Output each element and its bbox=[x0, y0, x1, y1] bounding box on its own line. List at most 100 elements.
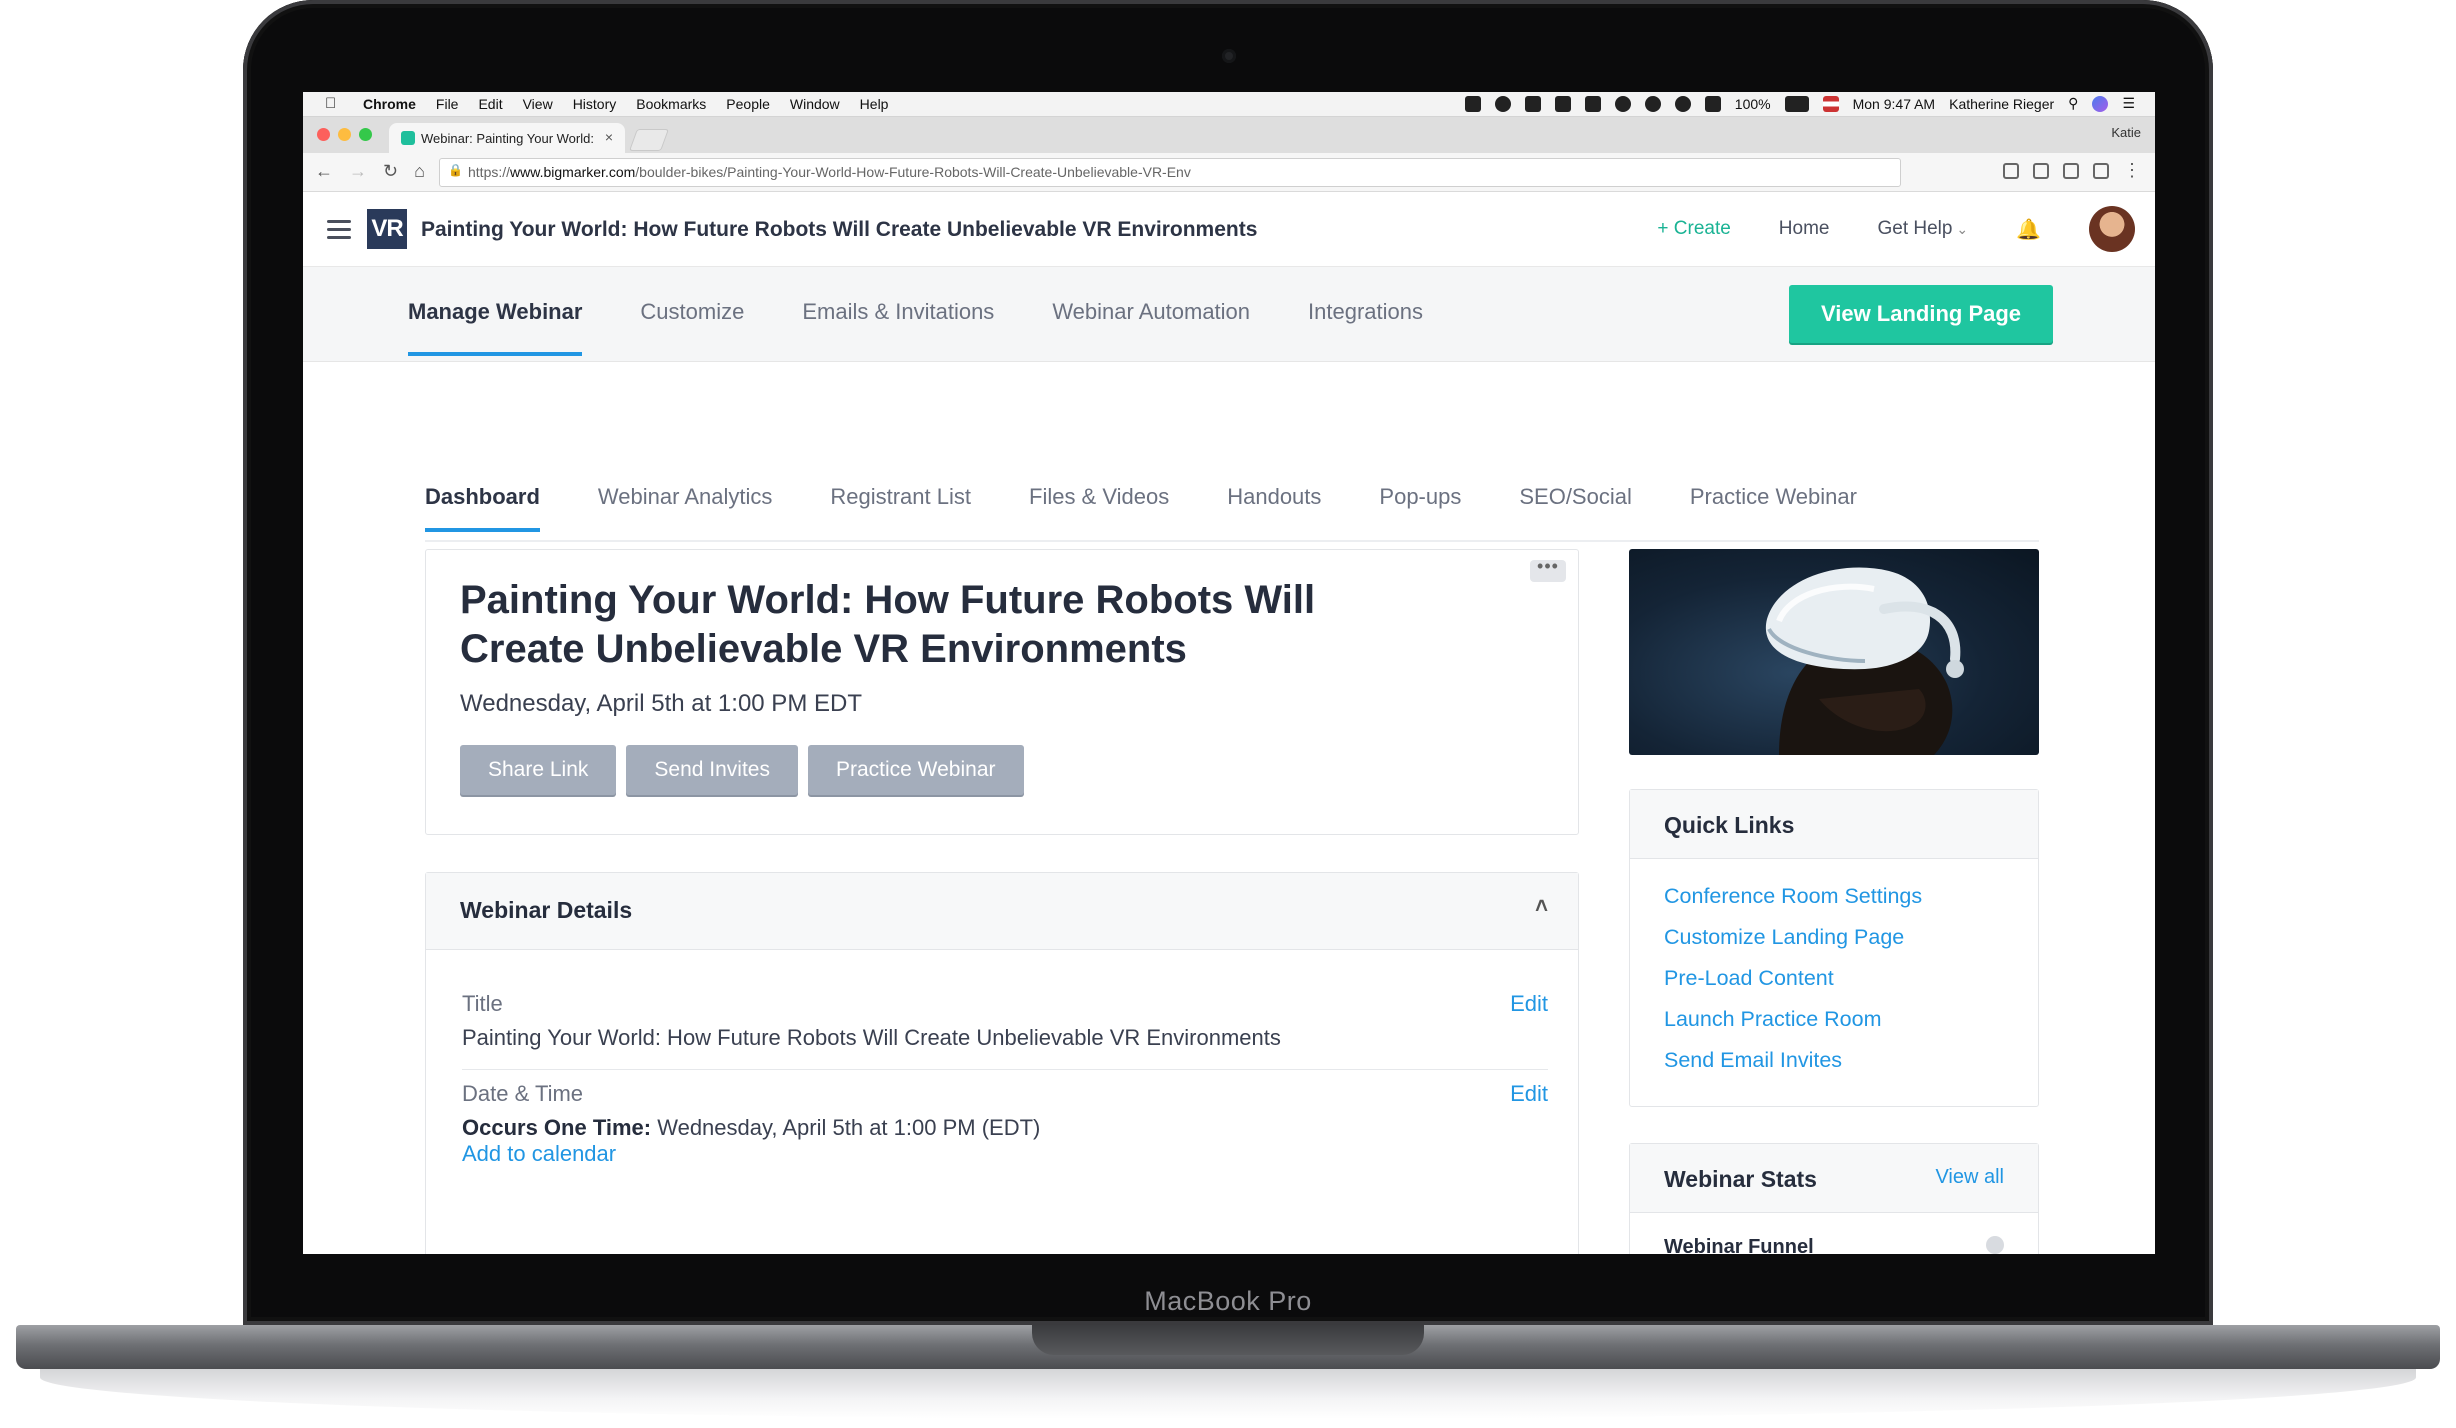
subtab-webinar-analytics[interactable]: Webinar Analytics bbox=[598, 484, 772, 510]
back-icon[interactable]: ← bbox=[315, 161, 333, 182]
reload-icon[interactable]: ↻ bbox=[383, 161, 398, 182]
header-title: Painting Your World: How Future Robots W… bbox=[421, 218, 1258, 241]
spotlight-icon[interactable]: ⚲ bbox=[2068, 95, 2078, 112]
bell-icon[interactable]: 🔔 bbox=[2016, 217, 2041, 242]
airplay-icon[interactable] bbox=[1704, 95, 1721, 112]
status-grid-icon[interactable] bbox=[1584, 95, 1601, 112]
status-app-icon[interactable] bbox=[1524, 95, 1541, 112]
extension-icon[interactable] bbox=[2003, 163, 2019, 179]
tab-webinar-automation[interactable]: Webinar Automation bbox=[1052, 299, 1250, 325]
battery-percent[interactable]: 100% bbox=[1735, 96, 1771, 112]
flag-icon[interactable] bbox=[1822, 95, 1839, 112]
menu-chrome[interactable]: Chrome bbox=[363, 96, 416, 112]
url-text: https://www.bigmarker.com/boulder-bikes/… bbox=[468, 164, 1191, 180]
view-landing-page-button[interactable]: View Landing Page bbox=[1789, 285, 2053, 343]
browser-menu-icon[interactable]: ⋮ bbox=[2123, 161, 2141, 179]
webinar-details-panel: Webinar Details ˄ Title Edit Painting Yo… bbox=[425, 872, 1579, 1254]
get-help-dropdown[interactable]: Get Help bbox=[1877, 218, 1968, 240]
subtab-practice-webinar[interactable]: Practice Webinar bbox=[1690, 484, 1857, 510]
laptop-notch bbox=[1032, 1325, 1424, 1355]
tab-manage-webinar[interactable]: Manage Webinar bbox=[408, 299, 583, 356]
wifi-icon[interactable] bbox=[1674, 95, 1691, 112]
menu-people[interactable]: People bbox=[726, 96, 770, 112]
home-icon[interactable]: ⌂ bbox=[414, 161, 425, 182]
practice-webinar-button[interactable]: Practice Webinar bbox=[807, 745, 1024, 795]
title-value: Painting Your World: How Future Robots W… bbox=[462, 1025, 1281, 1050]
manage-nav: Manage Webinar Customize Emails & Invita… bbox=[303, 267, 2155, 362]
vr-headset-illustration bbox=[1765, 567, 1964, 755]
subtab-dashboard[interactable]: Dashboard bbox=[425, 484, 540, 532]
menu-file[interactable]: File bbox=[436, 96, 459, 112]
clock[interactable]: Mon 9:47 AM bbox=[1853, 96, 1936, 112]
share-link-button[interactable]: Share Link bbox=[460, 745, 617, 795]
menu-bookmarks[interactable]: Bookmarks bbox=[636, 96, 706, 112]
info-icon[interactable] bbox=[1986, 1236, 2004, 1254]
webinar-logo: VR bbox=[367, 209, 407, 249]
home-link[interactable]: Home bbox=[1779, 218, 1830, 240]
forward-icon[interactable]: → bbox=[349, 161, 367, 182]
browser-tab[interactable]: Webinar: Painting Your World: × bbox=[389, 123, 625, 153]
add-to-calendar-link[interactable]: Add to calendar bbox=[462, 1141, 616, 1167]
ellipsis-icon[interactable]: ••• bbox=[1530, 557, 1566, 582]
dropbox-icon[interactable] bbox=[1554, 95, 1571, 112]
menu-view[interactable]: View bbox=[523, 96, 553, 112]
link-customize-landing-page[interactable]: Customize Landing Page bbox=[1664, 925, 1922, 966]
extension-icon[interactable] bbox=[2033, 163, 2049, 179]
new-tab-button[interactable] bbox=[628, 129, 670, 151]
link-preload-content[interactable]: Pre-Load Content bbox=[1664, 966, 1922, 1007]
details-header[interactable]: Webinar Details ˄ bbox=[426, 873, 1578, 950]
edit-date-link[interactable]: Edit bbox=[1510, 1081, 1548, 1107]
date-time-label: Date & Time bbox=[462, 1081, 584, 1106]
edit-title-link[interactable]: Edit bbox=[1510, 991, 1548, 1017]
tab-emails-invitations[interactable]: Emails & Invitations bbox=[802, 299, 994, 325]
browser-profile[interactable]: Katie bbox=[2111, 125, 2141, 140]
subtab-handouts[interactable]: Handouts bbox=[1227, 484, 1321, 510]
laptop-shadow bbox=[40, 1369, 2416, 1419]
chevron-up-icon[interactable]: ˄ bbox=[1535, 893, 1548, 919]
menu-window[interactable]: Window bbox=[790, 96, 840, 112]
status-app-icon[interactable] bbox=[1464, 95, 1481, 112]
hamburger-icon[interactable] bbox=[327, 220, 351, 244]
link-launch-practice-room[interactable]: Launch Practice Room bbox=[1664, 1007, 1922, 1048]
subtab-popups[interactable]: Pop-ups bbox=[1379, 484, 1461, 510]
menu-edit[interactable]: Edit bbox=[478, 96, 502, 112]
webinar-funnel-label: Webinar Funnel bbox=[1664, 1236, 1814, 1254]
subtab-registrant-list[interactable]: Registrant List bbox=[830, 484, 971, 510]
create-link[interactable]: + Create bbox=[1657, 218, 1730, 240]
notification-center-icon[interactable]: ☰ bbox=[2122, 95, 2135, 112]
address-bar[interactable]: 🔒 https://www.bigmarker.com/boulder-bike… bbox=[439, 158, 1901, 187]
tab-integrations[interactable]: Integrations bbox=[1308, 299, 1423, 325]
cloud-icon[interactable] bbox=[1614, 95, 1631, 112]
webinar-datetime: Wednesday, April 5th at 1:00 PM EDT bbox=[460, 690, 862, 717]
webinar-stats-panel: Webinar Stats View all Webinar Funnel bbox=[1629, 1143, 2039, 1254]
tab-customize[interactable]: Customize bbox=[640, 299, 744, 325]
quick-links-heading: Quick Links bbox=[1664, 812, 1795, 838]
app-header: VR Painting Your World: How Future Robot… bbox=[303, 192, 2155, 267]
siri-icon[interactable] bbox=[2092, 95, 2109, 112]
status-bolt-icon[interactable] bbox=[1494, 95, 1511, 112]
menu-history[interactable]: History bbox=[573, 96, 617, 112]
details-heading: Webinar Details bbox=[460, 897, 633, 923]
extension-icon[interactable] bbox=[2093, 163, 2109, 179]
menu-help[interactable]: Help bbox=[860, 96, 889, 112]
subtab-seo-social[interactable]: SEO/Social bbox=[1519, 484, 1632, 510]
apple-icon[interactable]:  bbox=[325, 95, 336, 112]
menubar-user[interactable]: Katherine Rieger bbox=[1949, 96, 2054, 112]
close-window-icon[interactable] bbox=[317, 128, 330, 141]
minimize-window-icon[interactable] bbox=[338, 128, 351, 141]
window-controls bbox=[317, 128, 372, 141]
extension-icon[interactable] bbox=[2063, 163, 2079, 179]
webinar-stats-heading: Webinar Stats bbox=[1664, 1166, 1817, 1192]
view-all-link[interactable]: View all bbox=[1935, 1166, 2004, 1189]
avatar[interactable] bbox=[2089, 206, 2135, 252]
link-send-email-invites[interactable]: Send Email Invites bbox=[1664, 1048, 1922, 1089]
bluetooth-icon[interactable] bbox=[1644, 95, 1661, 112]
tab-close-icon[interactable]: × bbox=[605, 129, 613, 145]
zoom-window-icon[interactable] bbox=[359, 128, 372, 141]
battery-icon[interactable] bbox=[1784, 95, 1809, 112]
link-conference-room-settings[interactable]: Conference Room Settings bbox=[1664, 884, 1922, 925]
browser-tab-strip: Webinar: Painting Your World: × Katie bbox=[303, 117, 2155, 153]
webinar-summary-card: ••• Painting Your World: How Future Robo… bbox=[425, 549, 1579, 835]
subtab-files-videos[interactable]: Files & Videos bbox=[1029, 484, 1169, 510]
send-invites-button[interactable]: Send Invites bbox=[626, 745, 798, 795]
